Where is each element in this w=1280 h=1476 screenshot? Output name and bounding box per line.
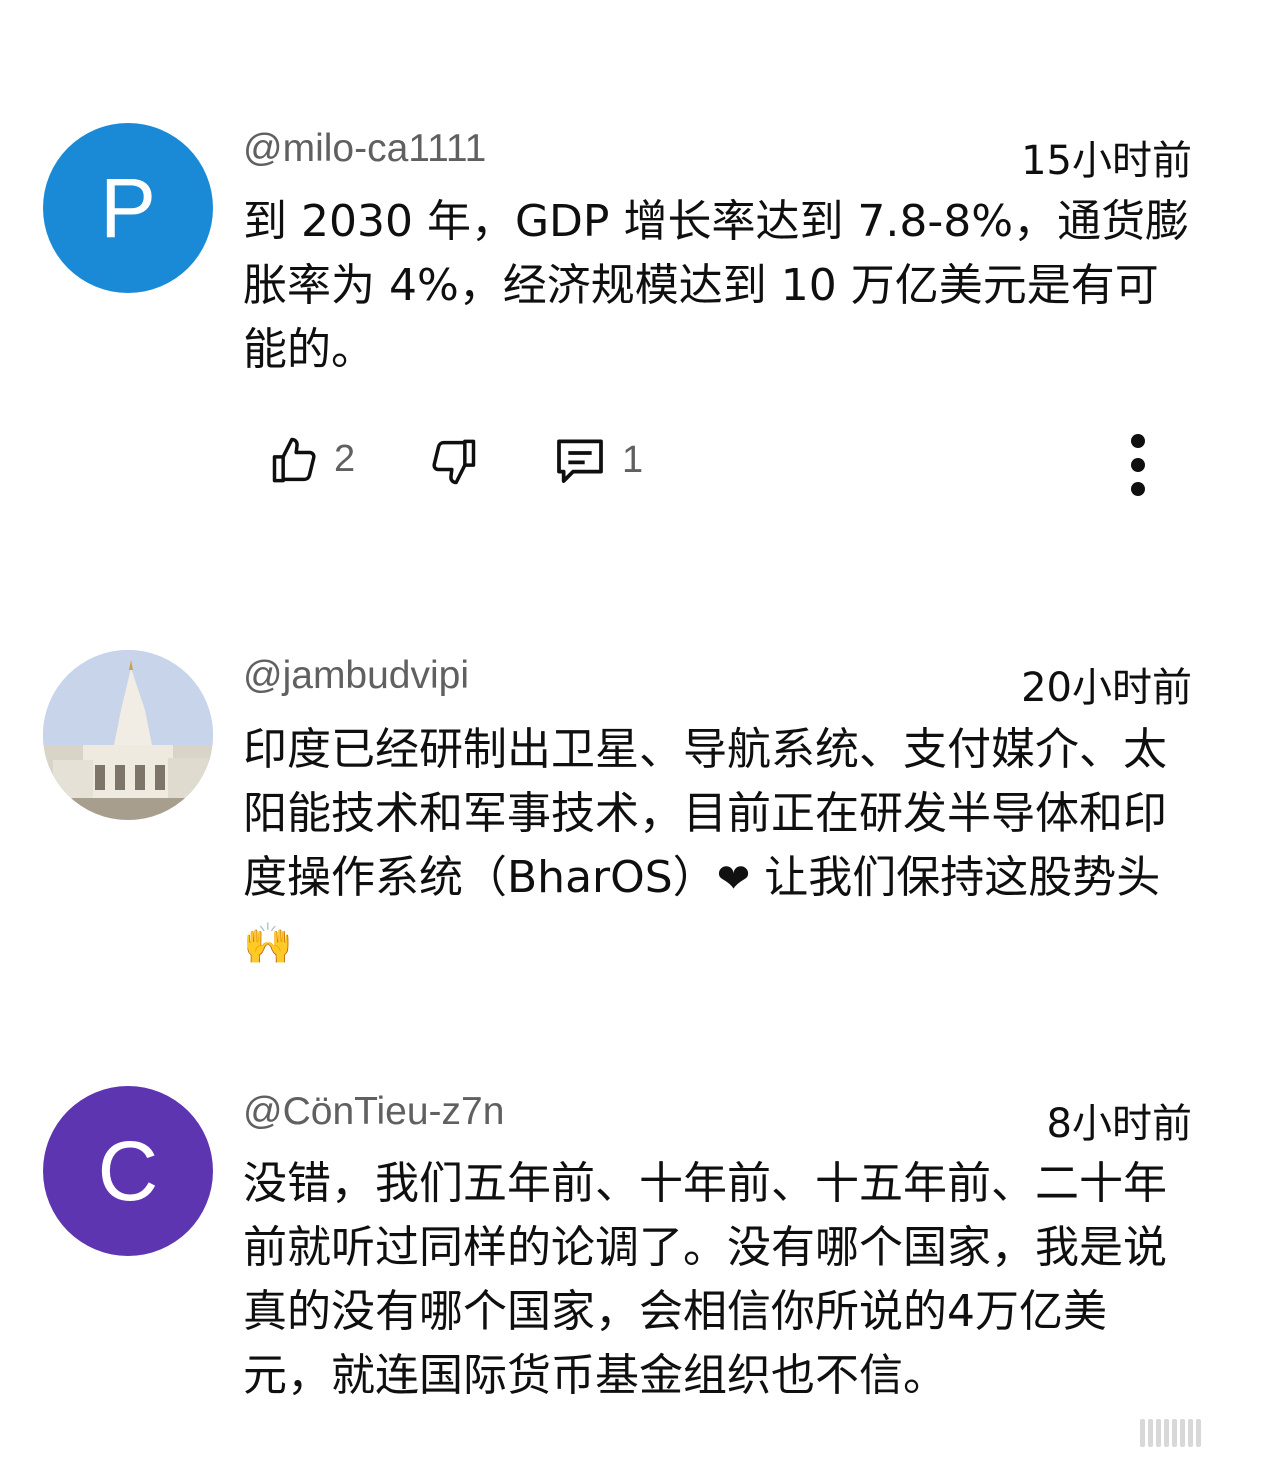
comment-time: 20小时前 — [1021, 665, 1192, 711]
avatar[interactable]: C — [43, 1086, 213, 1256]
avatar[interactable]: P — [43, 123, 213, 293]
watermark — [1140, 1418, 1260, 1448]
raised-hands-icon: 🙌 — [243, 921, 293, 967]
avatar-letter: C — [97, 1123, 159, 1218]
like-button[interactable]: 2 — [268, 430, 355, 488]
comment-text: 印度已经研制出卫星、导航系统、支付媒介、太阳能技术和军事技术，目前正在研发半导体… — [243, 718, 1173, 976]
heart-icon: ❤ — [716, 856, 751, 902]
comment-actions: 2 1 — [0, 422, 1280, 502]
comment-time: 8小时前 — [1046, 1101, 1192, 1147]
reply-button[interactable]: 1 — [552, 432, 643, 488]
comment-author[interactable]: @milo-ca1111 — [243, 127, 486, 171]
reply-count: 1 — [622, 438, 644, 481]
like-count: 2 — [334, 437, 356, 480]
temple-photo-icon — [43, 650, 213, 820]
more-vertical-icon[interactable] — [1118, 432, 1158, 496]
comment-icon — [557, 439, 603, 483]
comment-text: 到 2030 年，GDP 增长率达到 7.8-8%，通货膨胀率为 4%，经济规模… — [243, 196, 1190, 375]
comment-author[interactable]: @CönTieu-z7n — [243, 1090, 504, 1134]
comment-text-part: 让我们保持这股势头 — [750, 852, 1161, 903]
thumbs-up-icon — [272, 437, 316, 483]
comment-text: 没错，我们五年前、十年前、十五年前、二十年前就听过同样的论调了。没有哪个国家，我… — [243, 1158, 1167, 1401]
avatar-letter: P — [99, 160, 157, 255]
avatar[interactable] — [43, 650, 213, 820]
dislike-button[interactable] — [428, 434, 480, 492]
comment-author[interactable]: @jambudvipi — [243, 654, 469, 698]
comment-time: 15小时前 — [1021, 138, 1192, 184]
thumbs-down-icon — [432, 439, 476, 485]
